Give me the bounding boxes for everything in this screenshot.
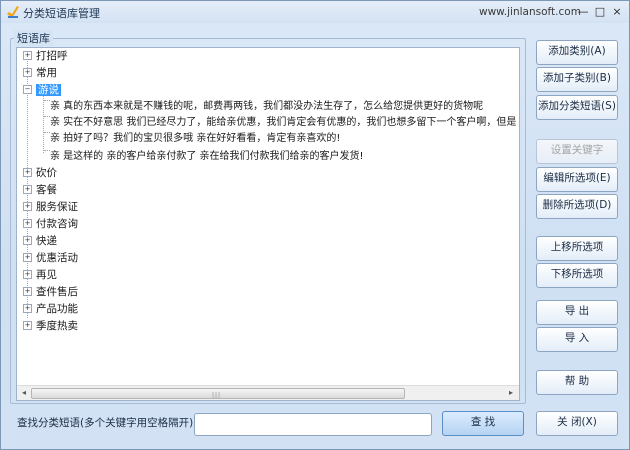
expand-icon[interactable]: + xyxy=(23,218,32,228)
expand-icon[interactable]: + xyxy=(23,320,32,330)
tree-phrase-item[interactable]: 亲 真的东西本来就是不赚钱的呢，邮费再两钱，我们都没办法生存了，怎么给您提供更好… xyxy=(50,99,483,115)
tree-node-category[interactable]: + 查件售后 xyxy=(23,284,78,300)
close-window-button[interactable]: × xyxy=(608,4,626,19)
edit-selected-button[interactable]: 编辑所选项(E) xyxy=(536,167,618,192)
tree-node-category[interactable]: + 季度热卖 xyxy=(23,318,78,334)
phrase-library-label: 短语库 xyxy=(14,30,53,46)
tree-node-category[interactable]: + 打招呼 xyxy=(23,48,68,64)
scrollbar-thumb[interactable]: ||| xyxy=(31,388,405,399)
move-down-button[interactable]: 下移所选项 xyxy=(536,263,618,288)
minimize-button[interactable]: — xyxy=(574,4,592,19)
help-button[interactable]: 帮 助 xyxy=(536,370,618,395)
title-bar: 分类短语库管理 www.jinlansoft.com — □ × xyxy=(1,1,629,23)
main-window: 分类短语库管理 www.jinlansoft.com — □ × 短语库 + 打招… xyxy=(0,0,630,450)
window-title: 分类短语库管理 xyxy=(23,7,100,20)
close-button[interactable]: 关 闭(X) xyxy=(536,411,618,436)
tree-phrase-item[interactable]: 亲 实在不好意思 我们已经尽力了，能给亲优惠，我们肯定会有优惠的，我们也想多留下… xyxy=(50,115,519,131)
expand-icon[interactable]: + xyxy=(23,252,32,262)
tree-node-category[interactable]: + 付款咨询 xyxy=(23,216,78,232)
tree-child-connector-line xyxy=(43,92,44,153)
tree-node-label: 快递 xyxy=(36,235,57,247)
tree-node-label: 产品功能 xyxy=(36,303,78,315)
tree-node-label: 付款咨询 xyxy=(36,218,78,230)
add-category-button[interactable]: 添加类别(A) xyxy=(536,40,618,65)
tree-node-label: 查件售后 xyxy=(36,286,78,298)
collapse-icon[interactable]: − xyxy=(23,84,32,94)
tree-node-label: 游说 xyxy=(36,84,61,96)
tree-node-label: 再见 xyxy=(36,269,57,281)
import-button[interactable]: 导 入 xyxy=(536,327,618,352)
tree-node-category[interactable]: + 常用 xyxy=(23,65,57,81)
tree-node-label: 服务保证 xyxy=(36,201,78,213)
expand-icon[interactable]: + xyxy=(23,67,32,77)
tree-phrase-item[interactable]: 亲 是这样的 亲的客户给亲付款了 亲在给我们付款我们给亲的客户发货! xyxy=(50,149,364,165)
tree-node-category[interactable]: + 优惠活动 xyxy=(23,250,78,266)
tree-node-label: 优惠活动 xyxy=(36,252,78,264)
app-logo-icon xyxy=(7,6,19,18)
add-phrase-button[interactable]: 添加分类短语(S) xyxy=(536,95,618,120)
grip-icon: ||| xyxy=(212,392,222,399)
tree-node-category[interactable]: + 服务保证 xyxy=(23,199,78,215)
scroll-right-icon[interactable]: ▸ xyxy=(505,387,517,399)
tree-node-category[interactable]: + 砍价 xyxy=(23,165,57,181)
tree-node-label: 打招呼 xyxy=(36,50,68,62)
search-button[interactable]: 查 找 xyxy=(442,411,524,436)
tree-node-category[interactable]: + 再见 xyxy=(23,267,57,283)
expand-icon[interactable]: + xyxy=(23,269,32,279)
expand-icon[interactable]: + xyxy=(23,167,32,177)
phrase-tree[interactable]: + 打招呼 + 常用 − 游说 亲 真的东西本来就是不赚钱的呢，邮费再两钱，我们都没办… xyxy=(16,47,520,401)
tree-node-category[interactable]: + 产品功能 xyxy=(23,301,78,317)
search-label: 查找分类短语(多个关键字用空格隔开): xyxy=(17,417,197,429)
search-input[interactable] xyxy=(194,413,432,436)
expand-icon[interactable]: + xyxy=(23,184,32,194)
expand-icon[interactable]: + xyxy=(23,286,32,296)
move-up-button[interactable]: 上移所选项 xyxy=(536,236,618,261)
horizontal-scrollbar[interactable]: ◂ ||| ▸ xyxy=(17,385,519,400)
tree-node-label: 砍价 xyxy=(36,167,57,179)
delete-selected-button[interactable]: 删除所选项(D) xyxy=(536,194,618,219)
export-button[interactable]: 导 出 xyxy=(536,300,618,325)
tree-node-selected-category[interactable]: − 游说 xyxy=(23,82,61,98)
website-label: www.jinlansoft.com xyxy=(479,6,581,18)
tree-node-category[interactable]: + 客餐 xyxy=(23,182,57,198)
tree-node-label: 客餐 xyxy=(36,184,57,196)
tree-node-label: 季度热卖 xyxy=(36,320,78,332)
tree-phrase-item[interactable]: 亲 拍好了吗？我们的宝贝很多哦 亲在好好看看，肯定有亲喜欢的! xyxy=(50,131,340,147)
expand-icon[interactable]: + xyxy=(23,235,32,245)
expand-icon[interactable]: + xyxy=(23,50,32,60)
scroll-left-icon[interactable]: ◂ xyxy=(18,387,30,399)
add-subcategory-button[interactable]: 添加子类别(B) xyxy=(536,67,618,92)
expand-icon[interactable]: + xyxy=(23,201,32,211)
tree-node-label: 常用 xyxy=(36,67,57,79)
expand-icon[interactable]: + xyxy=(23,303,32,313)
set-keyword-button[interactable]: 设置关键字 xyxy=(536,139,618,164)
tree-node-category[interactable]: + 快递 xyxy=(23,233,57,249)
maximize-button[interactable]: □ xyxy=(591,4,609,19)
